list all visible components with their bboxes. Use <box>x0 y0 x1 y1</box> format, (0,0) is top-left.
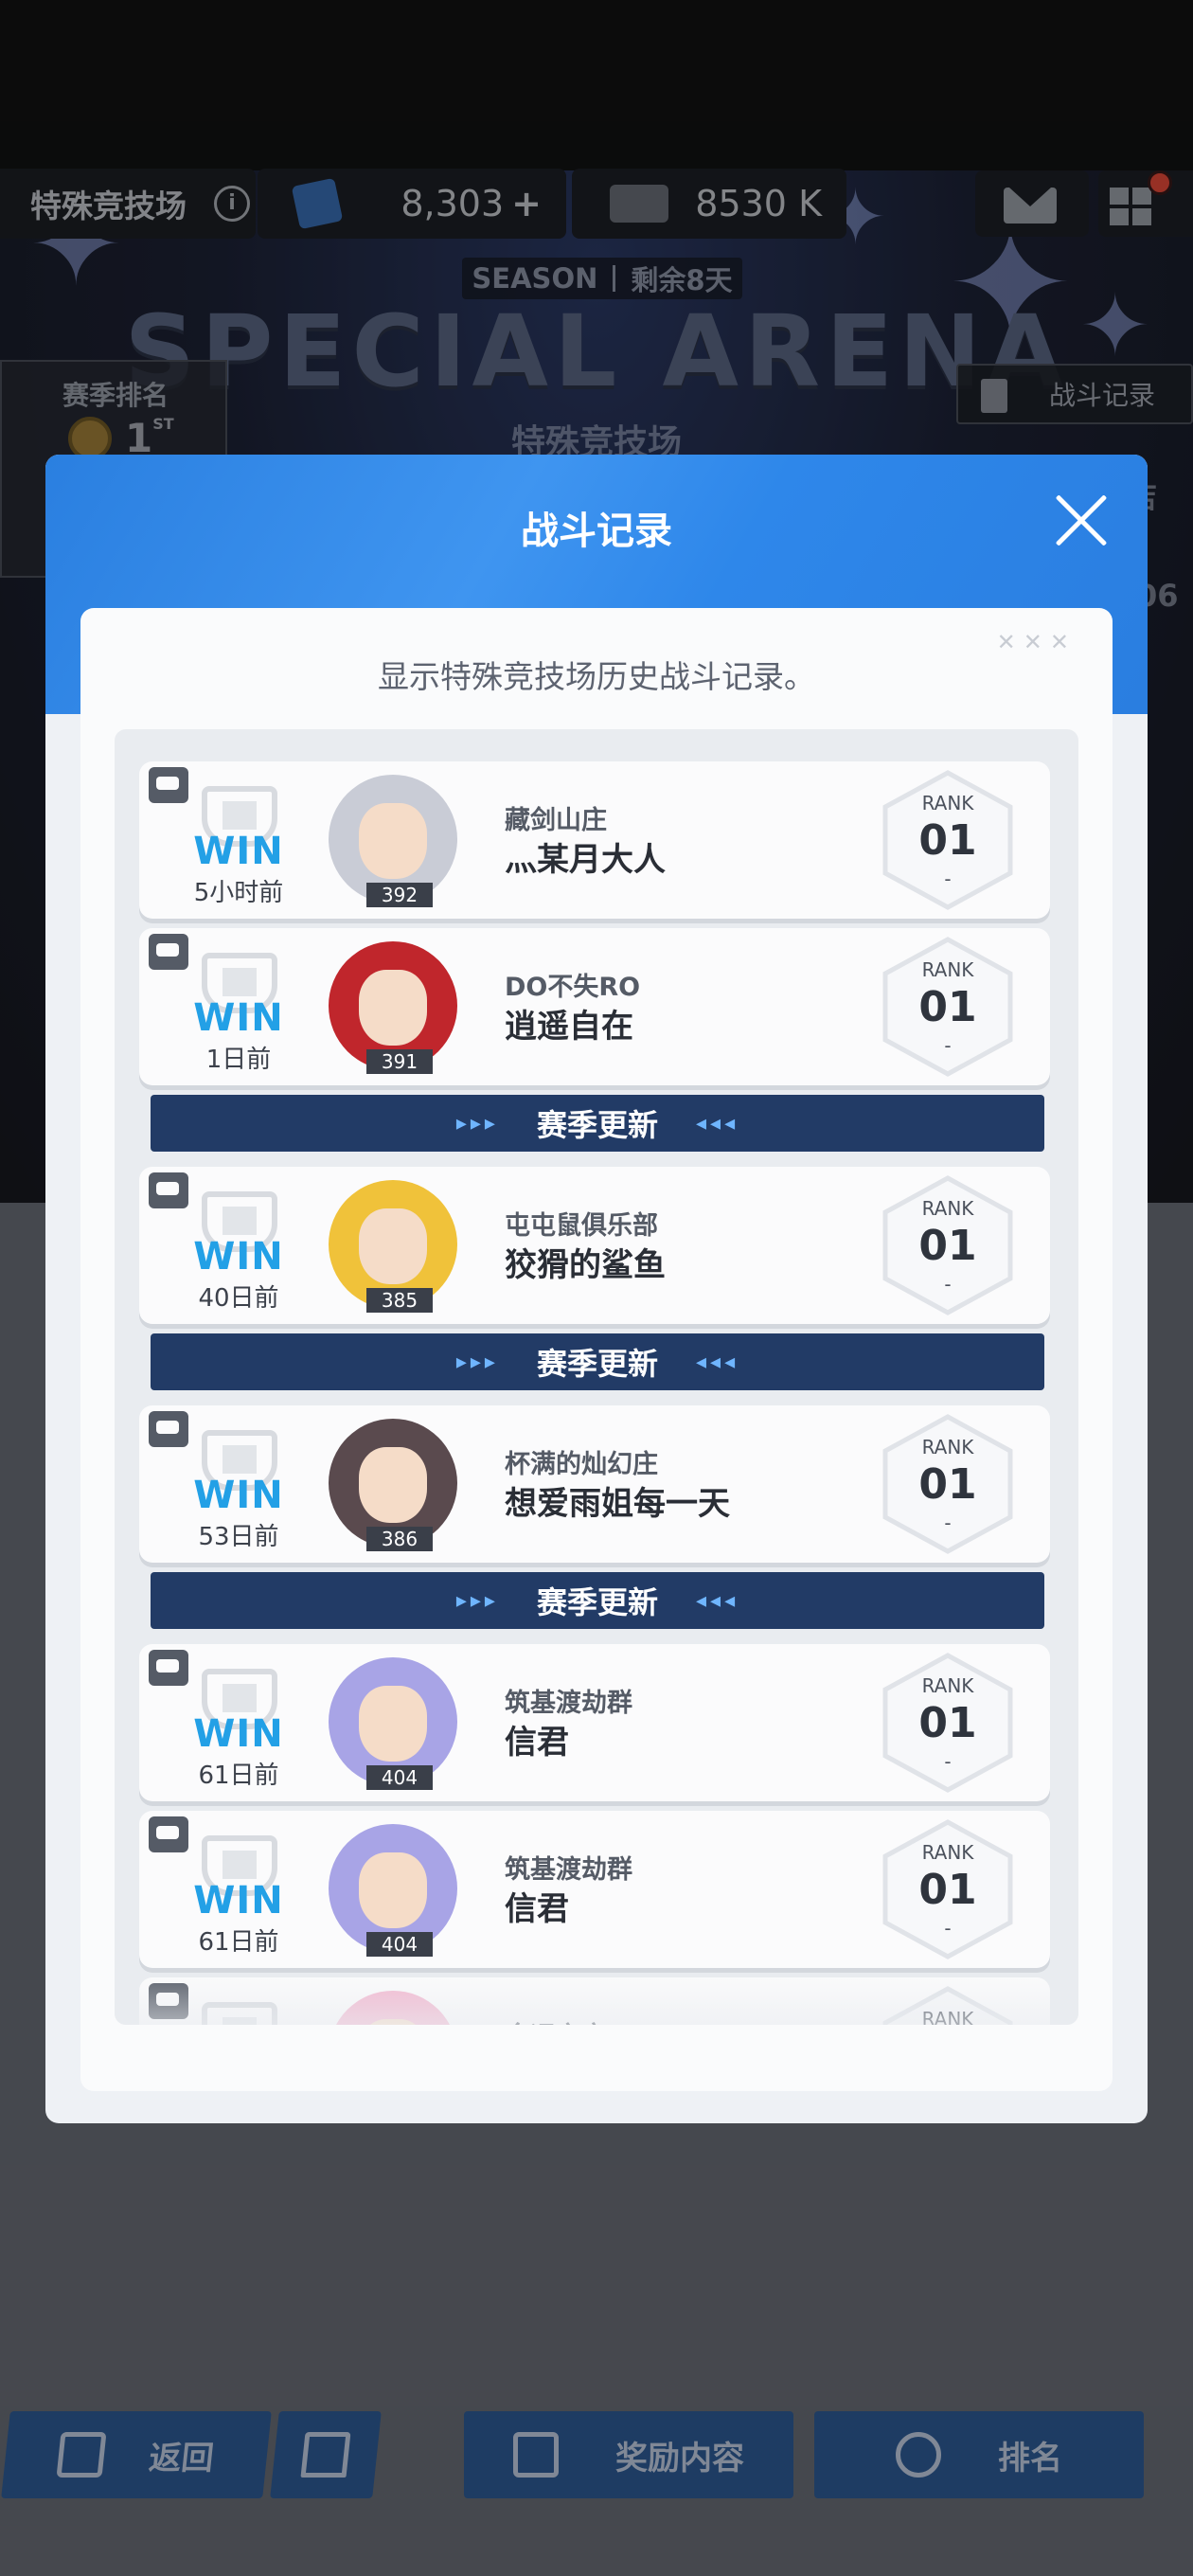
battle-time: 1日前 <box>205 1046 272 1074</box>
rank-label: RANK <box>921 792 974 814</box>
battle-record-item[interactable]: WIN 1日前 391 DO不失RO 逍遥自在 RANK 01 - <box>139 928 1050 1085</box>
rank-label: RANK <box>921 1436 974 1458</box>
rank-badge: RANK 01 - <box>878 1818 1018 1960</box>
arrows-left-icon: ◂◂◂ <box>696 1350 739 1374</box>
opponent-level: 392 <box>366 883 433 907</box>
opponent-level: 391 <box>366 1049 433 1074</box>
battle-result: WIN <box>193 1235 284 1279</box>
opponent-level: 404 <box>366 1932 433 1957</box>
rank-badge: RANK 01 - <box>878 936 1018 1078</box>
opponent-guild: 藏剑山庄 <box>505 806 607 835</box>
opponent-guild: DO不失RO <box>505 973 641 1002</box>
opponent-guild: 杯满的灿幻庄 <box>505 1450 658 1479</box>
modal-description: 显示特殊竞技场历史战斗记录。 <box>378 658 815 695</box>
rank-delta: - <box>944 1034 952 1057</box>
battle-time: 5小时前 <box>193 879 284 907</box>
rank-number: 01 <box>918 816 977 865</box>
rank-number: 01 <box>918 1222 977 1270</box>
rank-badge: RANK 01 - <box>878 1652 1018 1794</box>
opponent-level: 385 <box>366 1288 433 1313</box>
chat-icon[interactable] <box>149 1650 188 1686</box>
season-update-divider: ▸▸▸ 赛季更新 ◂◂◂ <box>151 1095 1044 1152</box>
arrows-right-icon: ▸▸▸ <box>455 1588 499 1613</box>
rank-delta: - <box>944 868 952 890</box>
battle-record-item[interactable]: WIN 61日前 404 筑基渡劫群信君 RANK 01 - <box>139 1644 1050 1801</box>
opponent-name: 灬某月大人 <box>505 841 666 879</box>
season-update-divider: ▸▸▸ 赛季更新 ◂◂◂ <box>151 1333 1044 1390</box>
battle-result: WIN <box>193 1712 284 1756</box>
rank-delta: - <box>944 1917 952 1940</box>
rank-number: 01 <box>918 1699 977 1747</box>
arrows-right-icon: ▸▸▸ <box>455 1350 499 1374</box>
modal-title: 战斗记录 <box>521 510 672 553</box>
opponent-guild: 筑基渡劫群 <box>505 1689 632 1718</box>
opponent-name: 狡猾的鲨鱼 <box>505 1246 666 1284</box>
opponent-name: 信君 <box>505 1724 569 1762</box>
battle-record-item[interactable]: WIN 53日前 386 杯满的灿幻庄想爱雨姐每一天 RANK 01 - <box>139 1405 1050 1563</box>
rank-label: RANK <box>921 1841 974 1864</box>
opponent-name: 逍遥自在 <box>505 1008 633 1046</box>
season-update-divider: ▸▸▸ 赛季更新 ◂◂◂ <box>151 1572 1044 1629</box>
season-update-label: 赛季更新 <box>536 1584 658 1620</box>
rank-label: RANK <box>921 1197 974 1220</box>
chat-icon[interactable] <box>149 1816 188 1852</box>
rank-label: RANK <box>921 1674 974 1697</box>
rank-number: 01 <box>918 983 977 1031</box>
rank-delta: - <box>944 1750 952 1773</box>
rank-delta: - <box>944 1273 952 1296</box>
rank-label: RANK <box>921 958 974 981</box>
battle-time: 61日前 <box>198 1762 279 1790</box>
list-fade <box>115 1970 1078 2025</box>
battle-record-list[interactable]: WIN 5小时前 392 藏剑山庄 灬某月大人 RANK 01- WIN 1日前 391 DO不失R… <box>115 729 1078 2025</box>
arrows-right-icon: ▸▸▸ <box>455 1111 499 1136</box>
chat-icon[interactable] <box>149 1172 188 1208</box>
battle-result: WIN <box>193 1879 284 1923</box>
battle-result: WIN <box>193 830 284 873</box>
arrows-left-icon: ◂◂◂ <box>696 1111 739 1136</box>
battle-result: WIN <box>193 1474 284 1517</box>
season-update-label: 赛季更新 <box>536 1107 658 1143</box>
battle-record-modal: 战斗记录 ✕✕✕ 显示特殊竞技场历史战斗记录。 WIN 5小时前 392 藏剑山庄 灬某… <box>45 455 1148 2123</box>
opponent-level: 404 <box>366 1765 433 1790</box>
close-icon[interactable] <box>1053 492 1110 549</box>
opponent-level: 386 <box>366 1527 433 1551</box>
modal-body: ✕✕✕ 显示特殊竞技场历史战斗记录。 WIN 5小时前 392 藏剑山庄 灬某月大人 RA… <box>80 608 1113 2091</box>
rank-badge: RANK 01 - <box>878 769 1018 911</box>
rank-badge: RANK 01 - <box>878 1413 1018 1555</box>
battle-time: 61日前 <box>198 1928 279 1957</box>
rank-number: 01 <box>918 1866 977 1914</box>
opponent-name: 信君 <box>505 1890 569 1928</box>
battle-record-item[interactable]: WIN 40日前 385 屯屯鼠俱乐部狡猾的鲨鱼 RANK 01 - <box>139 1167 1050 1324</box>
battle-time: 40日前 <box>198 1284 279 1313</box>
opponent-name: 想爱雨姐每一天 <box>505 1485 730 1523</box>
opponent-guild: 筑基渡劫群 <box>505 1855 632 1885</box>
battle-record-item[interactable]: WIN 5小时前 392 藏剑山庄灬某月大人 RANK 01 - <box>139 761 1050 919</box>
chat-icon[interactable] <box>149 1411 188 1447</box>
rank-number: 01 <box>918 1460 977 1509</box>
battle-record-item[interactable]: WIN 61日前 404 筑基渡劫群信君 RANK 01 - <box>139 1811 1050 1968</box>
opponent-guild: 屯屯鼠俱乐部 <box>505 1211 658 1241</box>
rank-delta: - <box>944 1512 952 1534</box>
season-update-label: 赛季更新 <box>536 1346 658 1382</box>
chat-icon[interactable] <box>149 934 188 970</box>
rank-badge: RANK 01 - <box>878 1174 1018 1316</box>
arrows-left-icon: ◂◂◂ <box>696 1588 739 1613</box>
chat-icon[interactable] <box>149 767 188 803</box>
battle-time: 53日前 <box>198 1523 279 1551</box>
battle-result: WIN <box>193 996 284 1040</box>
